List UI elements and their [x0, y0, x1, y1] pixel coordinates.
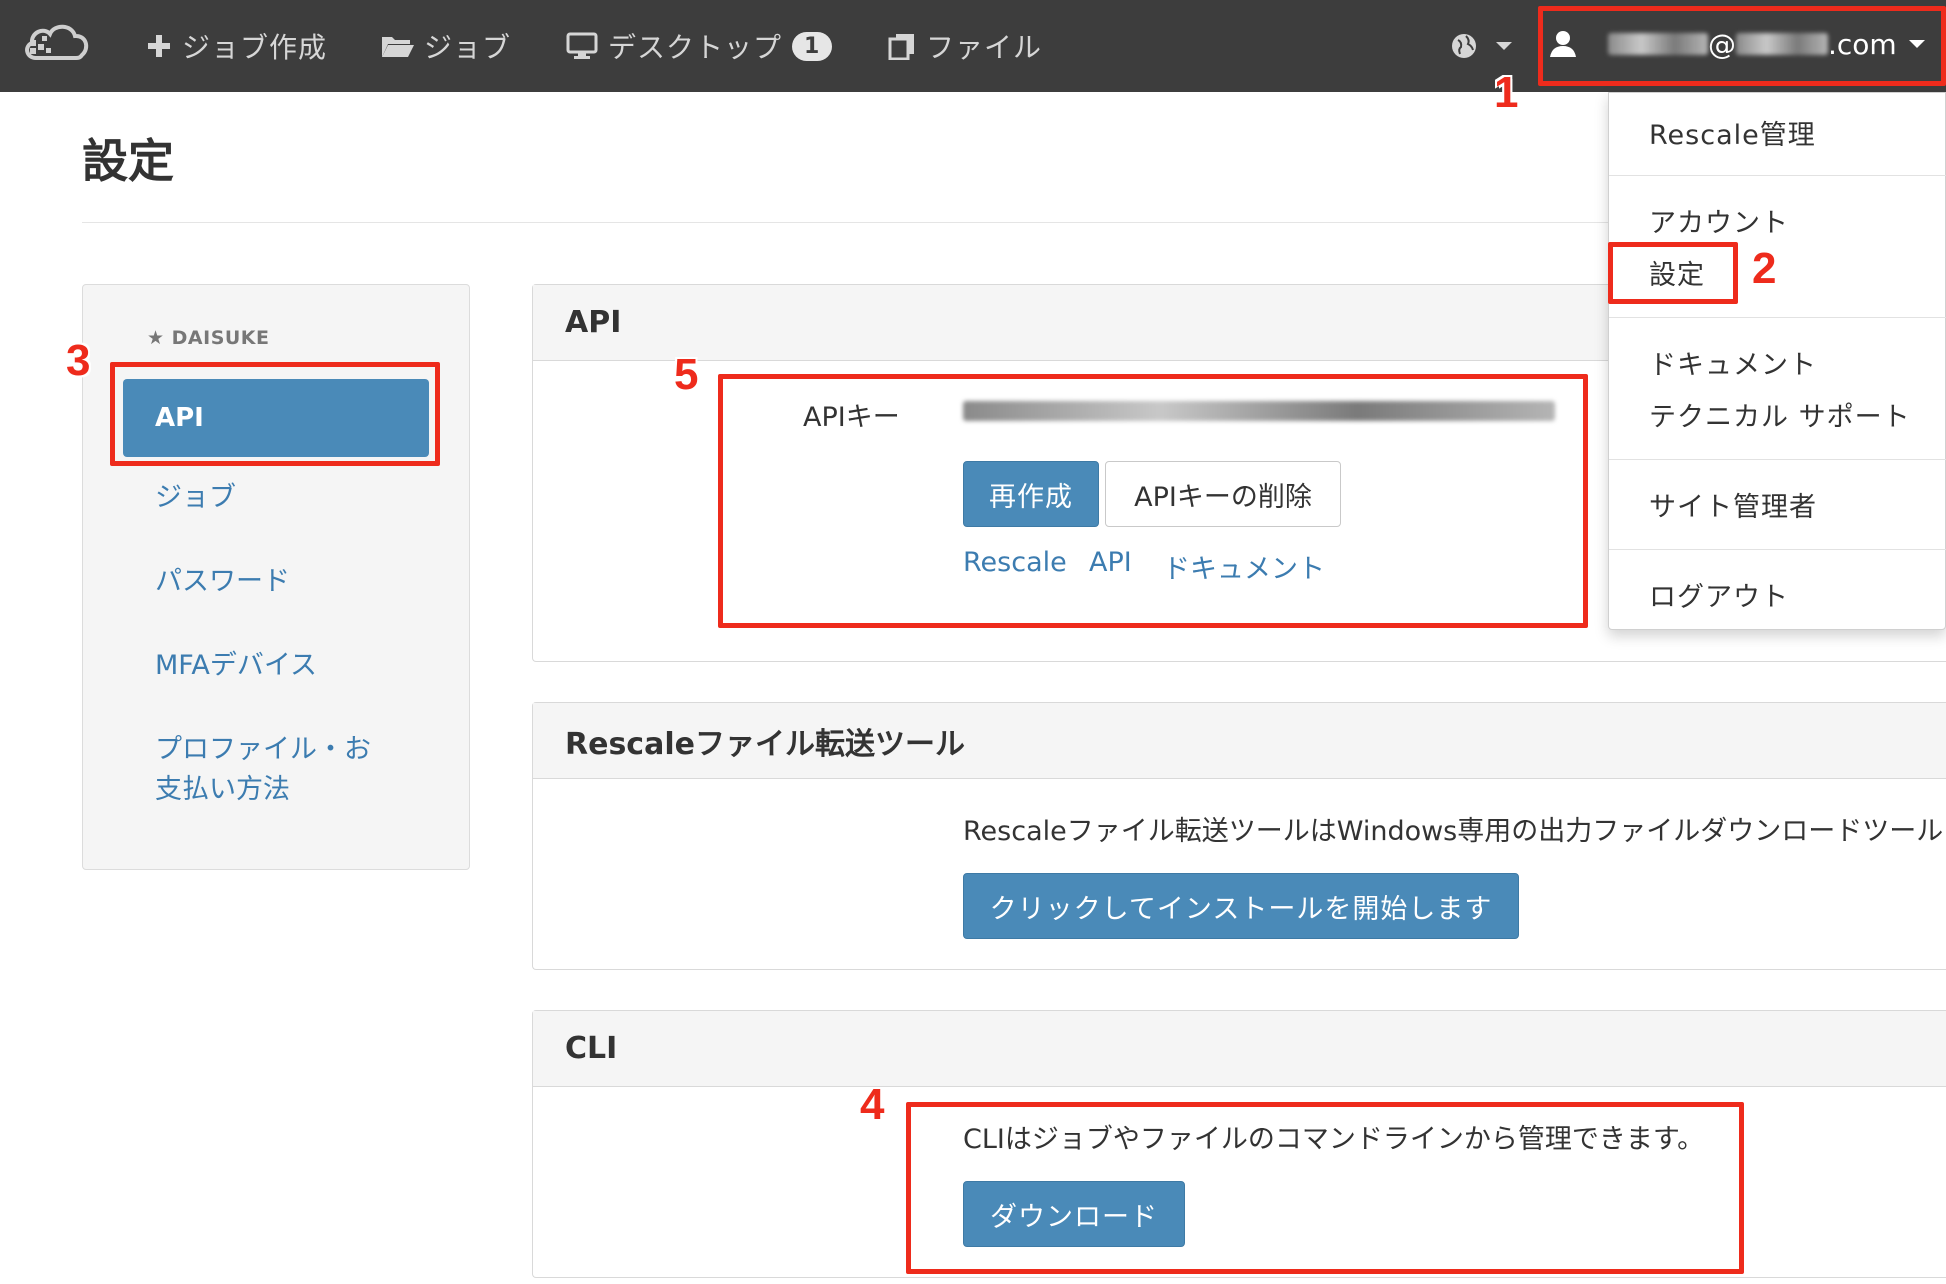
step-number-3: 3 [66, 336, 91, 385]
user-dropdown-menu: Rescale管理 アカウント 設定 ドキュメント テクニカル サポート サイト… [1608, 92, 1946, 630]
menu-item-site-admin[interactable]: サイト管理者 [1649, 485, 1817, 524]
nav-jobs[interactable]: ジョブ [380, 22, 511, 70]
nav-desktops[interactable]: デスクトップ 1 [566, 22, 833, 70]
menu-item-documents[interactable]: ドキュメント [1649, 343, 1817, 382]
file-transfer-panel: Rescaleファイル転送ツール Rescaleファイル転送ツールはWindow… [532, 702, 1946, 970]
annotation-box-settings [1608, 242, 1738, 304]
language-menu[interactable] [1450, 22, 1512, 70]
nav-files-label: ファイル [926, 31, 1043, 64]
plus-icon [148, 35, 170, 57]
install-transfer-tool-button[interactable]: クリックしてインストールを開始します [963, 873, 1519, 939]
nav-create-job-label: ジョブ作成 [182, 31, 328, 64]
sidebar-item-jobs[interactable]: ジョブ [155, 477, 236, 519]
file-transfer-panel-title: Rescaleファイル転送ツール [533, 703, 1946, 779]
sidebar-item-profile-line2[interactable]: 支払い方法 [155, 769, 290, 811]
nav-desktops-label: デスクトップ [608, 31, 783, 64]
rescale-logo-icon[interactable] [22, 18, 92, 66]
page-title: 設定 [82, 134, 174, 188]
menu-divider [1609, 459, 1946, 460]
menu-divider [1609, 175, 1946, 176]
annotation-box-user-menu [1538, 6, 1946, 86]
nav-create-job[interactable]: ジョブ作成 [146, 22, 327, 70]
folder-icon [382, 37, 414, 57]
menu-item-account[interactable]: アカウント [1649, 201, 1789, 240]
chevron-down-icon [1496, 42, 1512, 50]
step-number-4: 4 [860, 1080, 885, 1129]
sidebar-user-name: ★ DAISUKE [147, 327, 270, 349]
menu-item-rescale-admin[interactable]: Rescale管理 [1649, 113, 1816, 152]
menu-item-logout[interactable]: ログアウト [1649, 575, 1789, 614]
file-transfer-description: Rescaleファイル転送ツールはWindows専用の出力ファイルダウンロードツ… [963, 816, 1944, 847]
annotation-box-cli [906, 1102, 1744, 1274]
nav-files[interactable]: ファイル [886, 22, 1042, 70]
cli-panel-title: CLI [533, 1011, 1946, 1087]
annotation-box-api [110, 362, 440, 466]
sidebar-item-mfa-device[interactable]: MFAデバイス [155, 645, 317, 687]
menu-divider [1609, 317, 1946, 318]
step-number-5: 5 [674, 350, 699, 399]
nav-jobs-label: ジョブ [424, 31, 512, 64]
monitor-icon [566, 32, 598, 59]
annotation-box-api-key [718, 374, 1588, 628]
files-icon [888, 34, 914, 60]
sidebar-item-password[interactable]: パスワード [155, 561, 290, 603]
step-number-2: 2 [1752, 244, 1777, 293]
menu-divider [1609, 549, 1946, 550]
sidebar-item-profile-line1[interactable]: プロファイル・お [155, 729, 371, 771]
desktop-count-badge: 1 [792, 31, 833, 61]
step-number-1: 1 [1494, 68, 1519, 117]
menu-item-tech-support[interactable]: テクニカル サポート [1649, 395, 1911, 434]
globe-icon [1452, 34, 1476, 58]
